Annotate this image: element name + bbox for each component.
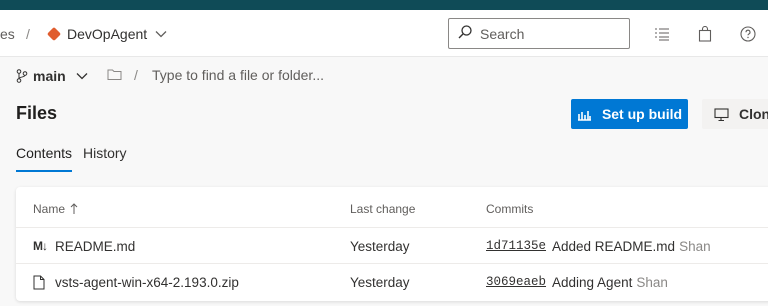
page-title: Files (16, 103, 58, 123)
sort-ascending-icon (70, 203, 78, 214)
last-change: Yesterday (350, 238, 410, 254)
path-bar: main / Type to find a file or folder... (0, 57, 768, 95)
repo-name: DevOpAgent (67, 25, 148, 42)
search-box[interactable]: Search (448, 18, 630, 49)
search-placeholder: Search (480, 25, 525, 42)
list-icon[interactable] (654, 10, 670, 57)
last-change: Yesterday (350, 274, 410, 290)
commit-hash-link[interactable]: 1d71135e (486, 239, 546, 253)
file-name-link[interactable]: README.md (55, 239, 135, 254)
commit-hash-link[interactable]: 3069eaeb (486, 275, 546, 289)
column-header-commits: Commits (486, 202, 534, 216)
breadcrumb-repos[interactable]: es (0, 10, 15, 57)
files-table: Name Last change Commits M↓ README.md Ye… (16, 187, 768, 301)
folder-icon (107, 68, 122, 84)
repo-selector[interactable]: DevOpAgent (46, 10, 167, 57)
markdown-icon: M↓ (33, 239, 48, 253)
file-icon (33, 275, 51, 290)
chevron-down-icon (76, 72, 88, 80)
tab-history[interactable]: History (83, 145, 127, 161)
branch-icon (16, 69, 28, 83)
shopping-bag-icon[interactable] (698, 10, 712, 57)
branch-selector[interactable]: main (16, 57, 88, 95)
breadcrumb-separator: / (26, 25, 30, 42)
commit-message: Adding Agent (552, 274, 633, 290)
column-name-label: Name (33, 202, 66, 216)
tab-contents[interactable]: Contents (16, 145, 73, 172)
header-bar: es / DevOpAgent Search (0, 10, 768, 57)
top-bar (0, 0, 768, 10)
path-filter-input[interactable]: Type to find a file or folder... (152, 67, 324, 83)
chevron-down-icon (155, 30, 167, 38)
commit-message: Added README.md (552, 238, 676, 254)
set-up-build-button[interactable]: Set up build (571, 99, 688, 129)
path-separator: / (134, 67, 138, 83)
search-icon (458, 25, 472, 42)
table-row[interactable]: vsts-agent-win-x64-2.193.0.zip Yesterday… (16, 264, 768, 300)
table-header: Name Last change Commits (16, 187, 768, 228)
commit-author: Shan (636, 274, 668, 290)
commit-author: Shan (679, 238, 711, 254)
file-name-link[interactable]: vsts-agent-win-x64-2.193.0.zip (55, 275, 239, 290)
table-row[interactable]: M↓ README.md Yesterday 1d71135e Added RE… (16, 228, 768, 264)
clone-button[interactable]: Clone (702, 99, 768, 129)
clone-icon (714, 107, 729, 121)
help-icon[interactable] (740, 10, 756, 57)
build-icon (577, 110, 591, 121)
column-header-last-change: Last change (350, 202, 416, 216)
branch-name: main (33, 68, 66, 84)
git-repo-icon (46, 26, 62, 41)
column-header-name[interactable]: Name (33, 202, 78, 216)
clone-label: Clone (739, 106, 768, 122)
set-up-build-label: Set up build (601, 106, 683, 122)
